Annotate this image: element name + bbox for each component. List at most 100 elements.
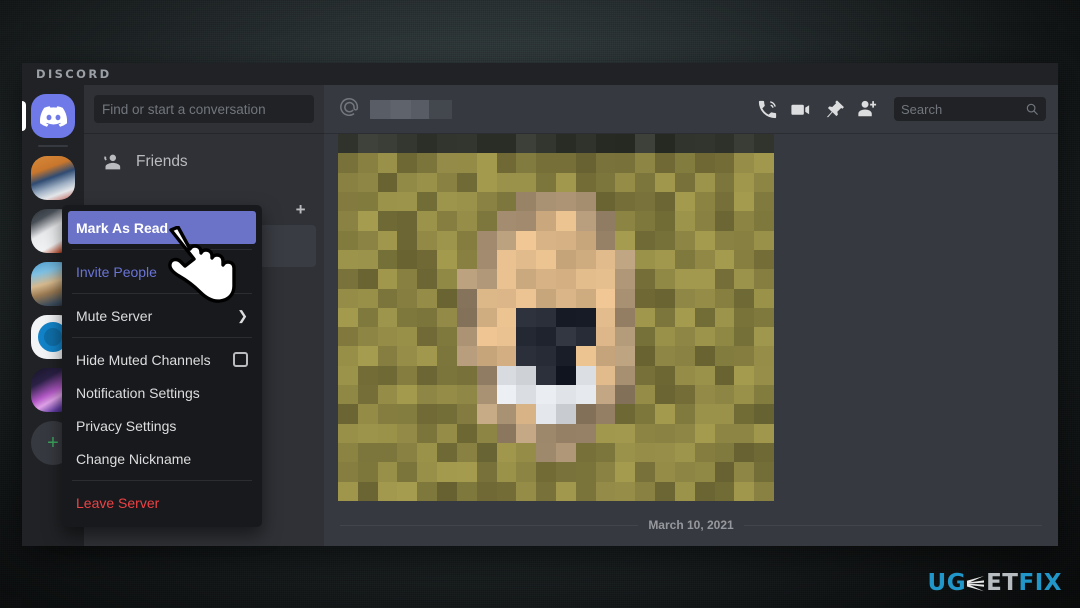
context-menu-item-invite-people[interactable]: Invite People bbox=[68, 255, 256, 288]
add-friend-icon[interactable] bbox=[855, 98, 878, 121]
voice-call-icon[interactable] bbox=[756, 98, 779, 121]
image-pixel-block bbox=[338, 481, 358, 501]
image-pixel-block bbox=[338, 365, 358, 386]
image-pixel-block bbox=[536, 404, 556, 424]
context-menu-item-change-nickname[interactable]: Change Nickname bbox=[68, 442, 256, 475]
pinned-messages-icon[interactable] bbox=[822, 98, 845, 121]
image-pixel-block bbox=[456, 153, 477, 173]
image-pixel-block bbox=[357, 481, 378, 501]
sidebar-item-friends[interactable]: Friends bbox=[92, 141, 316, 183]
image-pixel-block bbox=[615, 134, 636, 154]
context-menu-item-hide-muted-channels[interactable]: Hide Muted Channels bbox=[68, 343, 256, 376]
image-pixel-block bbox=[516, 249, 537, 270]
image-pixel-block bbox=[417, 443, 438, 463]
image-pixel-block bbox=[595, 327, 616, 347]
image-pixel-block bbox=[694, 307, 715, 328]
image-pixel-block bbox=[377, 211, 398, 231]
image-pixel-block bbox=[734, 481, 755, 501]
watermark-part-3: FIX bbox=[1018, 570, 1062, 596]
image-pixel-block bbox=[754, 443, 774, 463]
image-pixel-block bbox=[437, 191, 457, 212]
chat-search-input[interactable]: Search bbox=[894, 97, 1046, 121]
image-pixel-block bbox=[377, 172, 398, 192]
attachment-pixelated-image[interactable] bbox=[338, 134, 774, 501]
image-pixel-block bbox=[377, 153, 398, 173]
image-pixel-block bbox=[516, 443, 537, 463]
video-call-icon[interactable] bbox=[789, 98, 812, 121]
server-context-menu[interactable]: Mark As Read Invite People Mute Server ❯ Hid… bbox=[62, 205, 262, 527]
image-pixel-block bbox=[635, 443, 656, 463]
image-pixel-block bbox=[397, 230, 418, 250]
image-pixel-block bbox=[694, 365, 715, 386]
image-pixel-block bbox=[377, 365, 398, 386]
image-pixel-block bbox=[734, 404, 755, 424]
image-pixel-block bbox=[516, 423, 537, 444]
find-conversation-input[interactable]: Find or start a conversation bbox=[94, 95, 314, 123]
context-menu-item-leave-server[interactable]: Leave Server bbox=[68, 486, 256, 519]
image-pixel-block bbox=[516, 211, 537, 231]
image-pixel-block bbox=[377, 230, 398, 250]
image-pixel-block bbox=[615, 365, 636, 386]
image-pixel-block bbox=[734, 443, 755, 463]
create-dm-button[interactable]: + bbox=[296, 201, 306, 218]
context-menu-item-notification-settings[interactable]: Notification Settings bbox=[68, 376, 256, 409]
image-pixel-block bbox=[338, 269, 358, 289]
dm-recipient-name-redacted bbox=[370, 99, 452, 119]
image-pixel-block bbox=[615, 404, 636, 424]
image-pixel-block bbox=[536, 365, 556, 386]
image-pixel-block bbox=[456, 385, 477, 405]
checkbox-icon[interactable] bbox=[233, 352, 248, 367]
image-pixel-block bbox=[397, 423, 418, 444]
image-pixel-block bbox=[476, 423, 497, 444]
image-pixel-block bbox=[417, 211, 438, 231]
image-pixel-block bbox=[714, 423, 735, 444]
image-pixel-block bbox=[714, 134, 735, 154]
image-pixel-block bbox=[496, 307, 517, 328]
context-menu-item-mark-as-read[interactable]: Mark As Read bbox=[68, 211, 256, 244]
image-pixel-block bbox=[615, 172, 636, 192]
image-pixel-block bbox=[397, 288, 418, 308]
image-pixel-block bbox=[556, 230, 576, 250]
friends-label: Friends bbox=[136, 153, 188, 170]
image-pixel-block bbox=[338, 153, 358, 173]
discord-home-icon bbox=[39, 105, 67, 127]
image-pixel-block bbox=[595, 404, 616, 424]
image-pixel-block bbox=[575, 385, 596, 405]
image-pixel-block bbox=[575, 269, 596, 289]
image-pixel-block bbox=[496, 230, 517, 250]
context-menu-item-mute-server[interactable]: Mute Server ❯ bbox=[68, 299, 256, 332]
image-pixel-block bbox=[338, 385, 358, 405]
image-pixel-block bbox=[615, 230, 636, 250]
image-pixel-block bbox=[496, 385, 517, 405]
image-pixel-block bbox=[536, 134, 556, 154]
context-menu-item-privacy-settings[interactable]: Privacy Settings bbox=[68, 409, 256, 442]
image-pixel-block bbox=[694, 327, 715, 347]
image-pixel-block bbox=[556, 481, 576, 501]
image-pixel-block bbox=[595, 230, 616, 250]
image-pixel-block bbox=[754, 269, 774, 289]
message-scroll-area[interactable]: March 10, 2021 bbox=[324, 133, 1058, 546]
image-pixel-block bbox=[338, 346, 358, 366]
image-pixel-block bbox=[615, 481, 636, 501]
image-pixel-block bbox=[496, 172, 517, 192]
image-pixel-block bbox=[714, 365, 735, 386]
image-pixel-block bbox=[556, 249, 576, 270]
image-pixel-block bbox=[397, 269, 418, 289]
discord-home-button[interactable] bbox=[31, 94, 75, 138]
image-pixel-block bbox=[516, 404, 537, 424]
image-pixel-block bbox=[516, 327, 537, 347]
image-pixel-block bbox=[575, 172, 596, 192]
image-pixel-block bbox=[655, 134, 675, 154]
image-pixel-block bbox=[397, 307, 418, 328]
server-icon-1[interactable] bbox=[31, 156, 75, 200]
image-pixel-block bbox=[575, 346, 596, 366]
image-pixel-block bbox=[357, 462, 378, 482]
image-pixel-block bbox=[516, 269, 537, 289]
image-pixel-block bbox=[456, 134, 477, 154]
image-pixel-block bbox=[714, 481, 735, 501]
image-pixel-block bbox=[338, 249, 358, 270]
friends-icon bbox=[100, 151, 122, 173]
image-pixel-block bbox=[437, 134, 457, 154]
image-pixel-block bbox=[536, 288, 556, 308]
image-pixel-block bbox=[496, 269, 517, 289]
